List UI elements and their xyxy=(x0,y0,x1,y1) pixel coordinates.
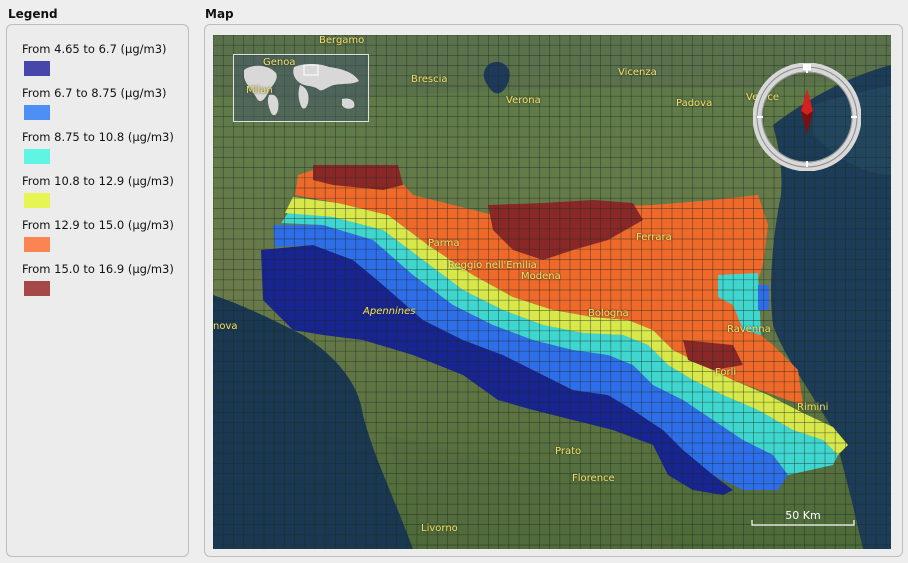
city-label: Florence xyxy=(572,473,615,484)
city-label: Forlì xyxy=(715,367,737,378)
city-label: Prato xyxy=(555,446,582,457)
legend-item: From 12.9 to 15.0 (µg/m3) xyxy=(22,218,174,252)
city-label: Modena xyxy=(521,271,561,282)
map-view[interactable]: Bergamo Brescia Milan Verona Vicenza Pad… xyxy=(213,35,891,549)
map-heading: Map xyxy=(205,7,234,21)
city-label: Vicenza xyxy=(618,67,657,78)
legend-heading: Legend xyxy=(8,7,58,21)
region-label: Apennines xyxy=(363,306,416,317)
city-label: Rimini xyxy=(797,402,829,413)
city-label: Bergamo xyxy=(319,35,365,46)
legend-label: From 10.8 to 12.9 (µg/m3) xyxy=(22,174,174,188)
city-label: Parma xyxy=(428,238,460,249)
legend-swatch xyxy=(24,237,50,252)
map-panel: Bergamo Brescia Milan Verona Vicenza Pad… xyxy=(204,24,903,557)
legend-swatch xyxy=(24,149,50,164)
legend-item: From 6.7 to 8.75 (µg/m3) xyxy=(22,86,167,120)
legend-label: From 8.75 to 10.8 (µg/m3) xyxy=(22,130,174,144)
legend-swatch xyxy=(24,61,50,76)
legend-swatch xyxy=(24,281,50,296)
legend-panel: From 4.65 to 6.7 (µg/m3) From 6.7 to 8.7… xyxy=(6,24,189,557)
city-label: Padova xyxy=(676,98,713,109)
legend-item: From 15.0 to 16.9 (µg/m3) xyxy=(22,262,174,296)
legend-item: From 10.8 to 12.9 (µg/m3) xyxy=(22,174,174,208)
scale-bar: 50 Km xyxy=(751,509,855,527)
city-label: Reggio nell'Emilia xyxy=(448,260,537,271)
city-label: Genoa xyxy=(263,57,296,68)
legend-label: From 15.0 to 16.9 (µg/m3) xyxy=(22,262,174,276)
legend-label: From 6.7 to 8.75 (µg/m3) xyxy=(22,86,167,100)
compass-icon[interactable] xyxy=(753,63,861,171)
city-label: Ferrara xyxy=(636,232,672,243)
city-label: Verona xyxy=(506,95,541,106)
city-label: Bologna xyxy=(588,308,629,319)
city-label: Milan xyxy=(246,85,273,96)
legend-label: From 12.9 to 15.0 (µg/m3) xyxy=(22,218,174,232)
legend-item: From 4.65 to 6.7 (µg/m3) xyxy=(22,42,167,76)
city-label: Livorno xyxy=(421,523,458,534)
legend-label: From 4.65 to 6.7 (µg/m3) xyxy=(22,42,167,56)
legend-swatch xyxy=(24,193,50,208)
city-label: Ravenna xyxy=(727,324,771,335)
legend-swatch xyxy=(24,105,50,120)
city-label: nova xyxy=(213,321,238,332)
legend-item: From 8.75 to 10.8 (µg/m3) xyxy=(22,130,174,164)
city-label: Brescia xyxy=(411,74,448,85)
